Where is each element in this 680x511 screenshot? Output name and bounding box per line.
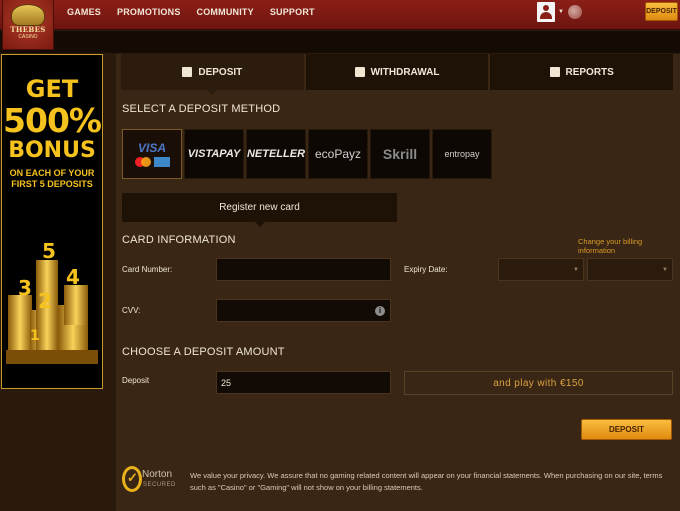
banner-line-bonus: BONUS xyxy=(8,138,96,163)
amex-icon xyxy=(153,157,170,167)
deposit-amount-value: 25 xyxy=(221,377,232,388)
coin-number-4: 4 xyxy=(66,265,80,289)
logo-emblem-icon xyxy=(11,4,45,26)
play-with-display: and play with €150 xyxy=(404,371,673,395)
bonus-banner[interactable]: GET 500% BONUS ON EACH OF YOUR FIRST 5 D… xyxy=(1,54,103,389)
coin-number-3: 3 xyxy=(18,276,32,300)
coin-number-2: 2 xyxy=(38,289,52,313)
cvv-label: CVV: xyxy=(122,306,141,315)
mastercard-icon xyxy=(134,157,151,167)
nav-games[interactable]: GAMES xyxy=(67,7,101,17)
coin-stacks-image: 5 4 3 2 1 xyxy=(6,239,98,364)
chevron-down-icon: ▼ xyxy=(573,267,579,273)
select-method-title: SELECT A DEPOSIT METHOD xyxy=(122,103,281,115)
banner-line-percent: 500% xyxy=(3,101,102,140)
user-icon[interactable] xyxy=(537,2,555,22)
banner-line-detail: ON EACH OF YOUR FIRST 5 DEPOSITS xyxy=(9,168,95,189)
card-info-title: CARD INFORMATION xyxy=(122,234,236,246)
method-visa[interactable]: VISA xyxy=(122,129,182,179)
globe-icon[interactable] xyxy=(568,5,582,19)
chevron-down-icon[interactable]: ▼ xyxy=(558,9,564,15)
method-visa-label: VISA xyxy=(137,141,166,155)
tab-deposit[interactable]: DEPOSIT xyxy=(121,54,306,95)
reports-icon xyxy=(549,67,560,77)
nav-community[interactable]: COMMUNITY xyxy=(197,7,254,17)
norton-secured-badge: Norton SECURED xyxy=(122,465,180,493)
tab-withdrawal[interactable]: WITHDRAWAL xyxy=(305,54,491,90)
change-billing-link[interactable]: Change your billing information xyxy=(578,237,680,255)
logo-name: THEBES xyxy=(10,25,46,34)
tab-withdrawal-label: WITHDRAWAL xyxy=(370,66,440,78)
chevron-down-icon: ▼ xyxy=(662,267,668,273)
tab-reports[interactable]: REPORTS xyxy=(490,54,674,90)
register-new-card-button[interactable]: Register new card xyxy=(122,193,397,227)
main-nav: GAMES PROMOTIONS COMMUNITY SUPPORT xyxy=(67,7,331,17)
card-number-input[interactable] xyxy=(216,258,391,281)
method-vistapay[interactable]: VISTAPAY xyxy=(184,129,244,179)
banner-line-get: GET xyxy=(25,75,79,103)
method-skrill[interactable]: Skrill xyxy=(370,129,430,179)
card-logos xyxy=(134,157,170,167)
info-icon[interactable]: i xyxy=(375,306,385,316)
withdrawal-icon xyxy=(354,67,365,77)
deposit-submit-button[interactable]: DEPOSIT xyxy=(581,419,672,440)
deposit-amount-label: Deposit xyxy=(122,376,150,385)
check-icon xyxy=(122,466,142,492)
expiry-label: Expiry Date: xyxy=(404,265,448,274)
coin-number-1: 1 xyxy=(30,328,40,344)
privacy-notice: We value your privacy. We assure that no… xyxy=(190,471,663,492)
deposit-icon xyxy=(182,67,193,77)
tab-deposit-label: DEPOSIT xyxy=(198,66,243,78)
cashier-panel xyxy=(116,54,680,511)
method-ecopayz[interactable]: ecoPayz xyxy=(308,129,368,179)
tab-reports-label: REPORTS xyxy=(565,66,614,78)
casino-logo[interactable]: THEBES CASINO xyxy=(2,0,54,50)
coin-number-5: 5 xyxy=(42,239,56,263)
card-number-label: Card Number: xyxy=(122,265,173,274)
expiry-month-select[interactable]: ▼ xyxy=(498,258,584,281)
method-entropay[interactable]: entropay xyxy=(432,129,492,179)
expiry-year-select[interactable]: ▼ xyxy=(587,258,673,281)
norton-name: Norton xyxy=(142,469,173,480)
deposit-amount-input[interactable]: 25 xyxy=(216,371,391,394)
header-shadow xyxy=(0,31,680,53)
payment-methods: VISA VISTAPAY NETELLER ecoPayz Skrill en… xyxy=(122,129,492,179)
logo-sub: CASINO xyxy=(18,34,38,40)
deposit-amount-title: CHOOSE A DEPOSIT AMOUNT xyxy=(122,346,285,358)
top-bar: GAMES PROMOTIONS COMMUNITY SUPPORT ▼ DEP… xyxy=(0,0,680,30)
header-deposit-button[interactable]: DEPOSIT xyxy=(645,2,678,21)
cvv-input[interactable]: i xyxy=(216,299,391,322)
cashier-tabs: DEPOSIT WITHDRAWAL REPORTS xyxy=(121,54,674,95)
method-neteller[interactable]: NETELLER xyxy=(246,129,306,179)
nav-support[interactable]: SUPPORT xyxy=(270,7,315,17)
nav-promotions[interactable]: PROMOTIONS xyxy=(117,7,181,17)
norton-sub: SECURED xyxy=(143,482,176,488)
